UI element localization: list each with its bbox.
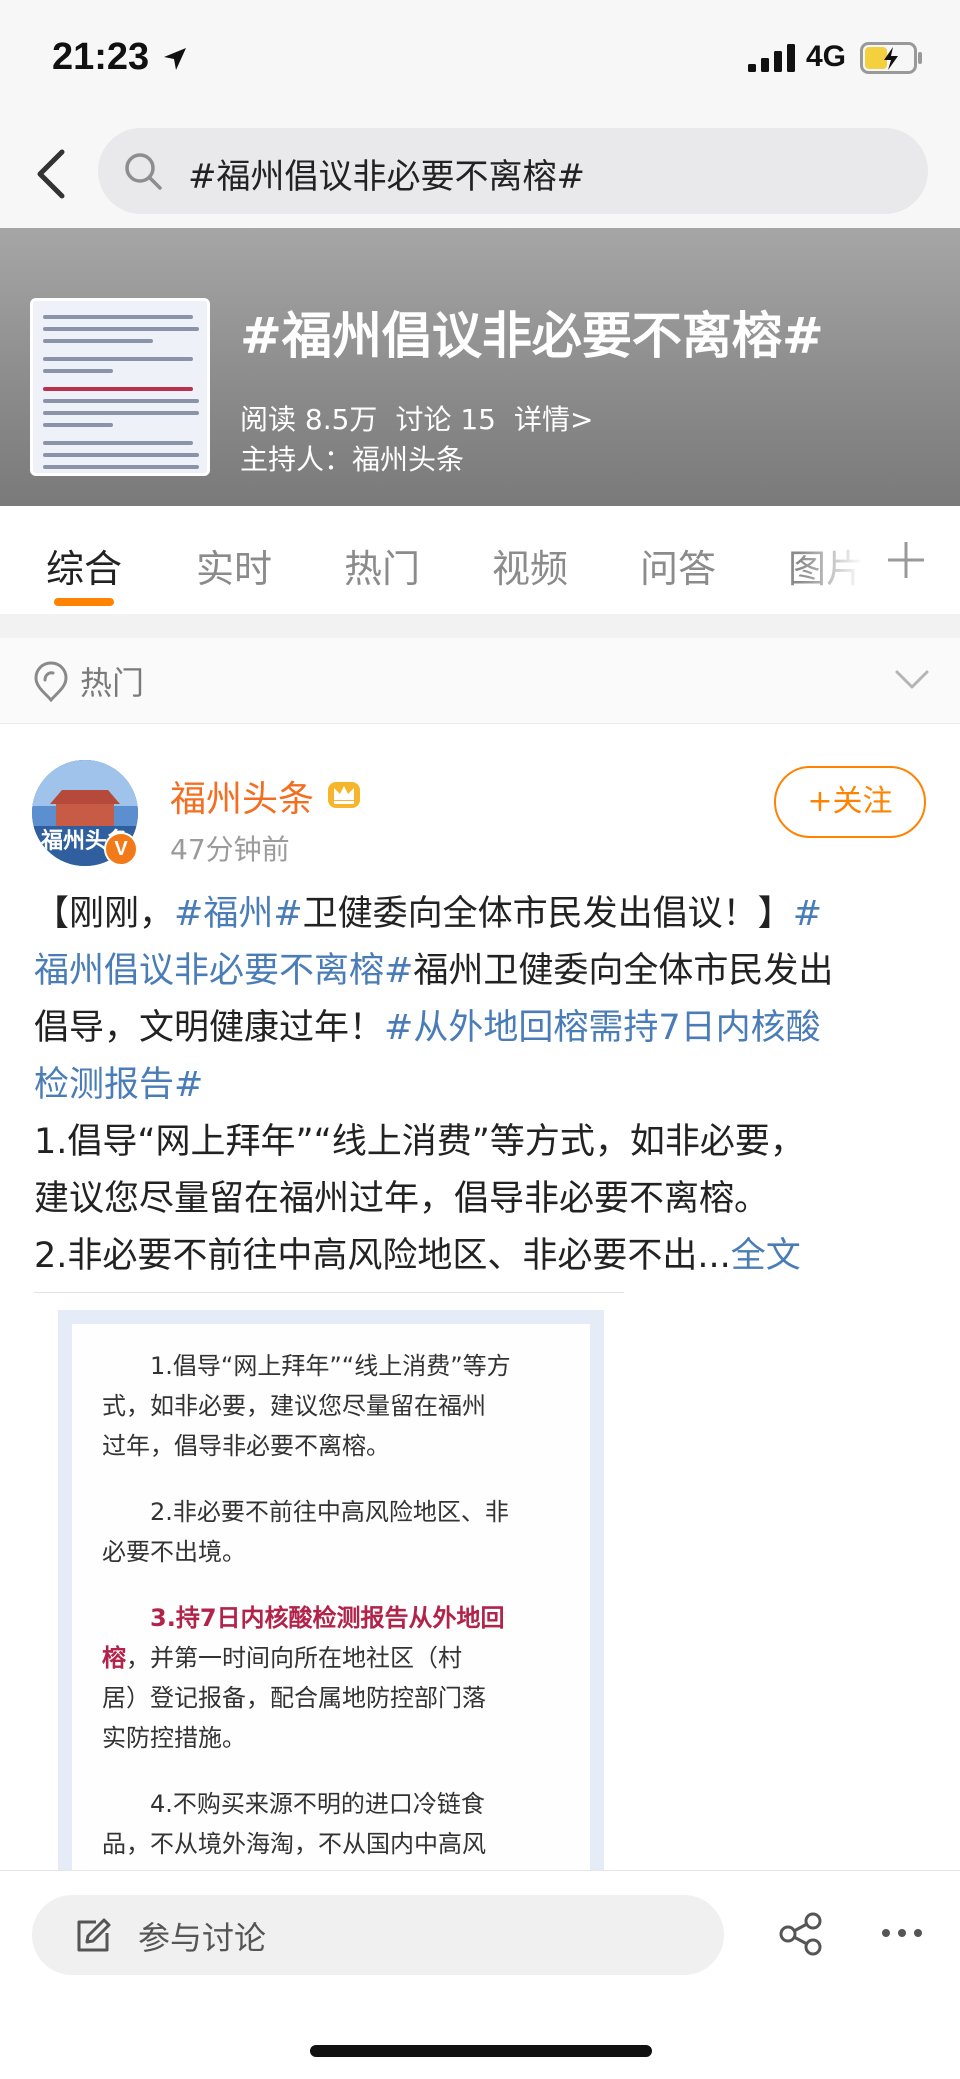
post-image[interactable]: 1.倡导“网上拜年”“线上消费”等方 式，如非必要，建议您尽量留在福州 过年，倡… <box>58 1310 604 1870</box>
crown-icon <box>328 782 360 808</box>
image-paragraph: 2.非必要不前往中高风险地区、非 必要不出境。 <box>102 1498 509 1566</box>
search-query: #福州倡议非必要不离榕# <box>188 157 585 197</box>
battery-icon <box>860 42 922 74</box>
image-paragraph: 4.不购买来源不明的进口冷链食 品，不从境外海淘，不从国内中高风 <box>102 1790 486 1858</box>
more-icon[interactable] <box>880 1927 924 1939</box>
post-line: 福州倡议非必要不离榕#福州卫健委向全体市民发出 <box>34 951 834 991</box>
hashtag-link[interactable]: #从外地回榕需持7日内核酸 <box>384 1008 821 1048</box>
filter-label: 热门 <box>80 664 145 702</box>
edit-icon <box>77 1918 111 1952</box>
full-text-link[interactable]: 全文 <box>731 1236 801 1276</box>
topic-stats: 阅读 8.5万 讨论 15 详情> <box>240 398 611 438</box>
details-link[interactable]: 详情> <box>514 403 593 436</box>
topic-title: #福州倡议非必要不离榕# <box>240 307 824 365</box>
chevron-down-icon[interactable] <box>894 668 930 692</box>
hashtag-link[interactable]: #福州# <box>174 894 303 934</box>
back-chevron-icon[interactable] <box>26 142 78 206</box>
search-icon <box>125 153 162 190</box>
hashtag-link[interactable]: # <box>793 894 822 934</box>
post-divider <box>34 1292 624 1293</box>
share-icon[interactable] <box>778 1911 824 1957</box>
location-arrow-icon <box>164 48 186 70</box>
add-tab-icon[interactable] <box>884 538 928 582</box>
post-image-document: 1.倡导“网上拜年”“线上消费”等方 式，如非必要，建议您尽量留在福州 过年，倡… <box>72 1324 590 1870</box>
post-line: 2.非必要不前往中高风险地区、非必要不出...全文 <box>34 1236 801 1276</box>
tab-fade <box>800 506 870 614</box>
signal-strength-icon <box>748 44 795 72</box>
topic-banner: #福州倡议非必要不离榕# 阅读 8.5万 讨论 15 详情> 主持人：福州头条 <box>0 228 960 506</box>
hot-location-icon <box>34 661 68 702</box>
status-time: 21:23 <box>52 36 150 78</box>
tab-realtime[interactable]: 实时 <box>196 538 272 593</box>
tab-bar: 综合 实时 热门 视频 问答 图片 <box>0 506 960 614</box>
topic-thumbnail[interactable] <box>30 298 210 476</box>
post-line: 倡导，文明健康过年！#从外地回榕需持7日内核酸 <box>34 1008 821 1048</box>
follow-button[interactable]: +关注 <box>774 766 926 838</box>
search-input[interactable]: #福州倡议非必要不离榕# <box>98 128 928 214</box>
post-line: 建议您尽量留在福州过年，倡导非必要不离榕。 <box>34 1179 770 1219</box>
tab-video[interactable]: 视频 <box>492 538 568 593</box>
read-count: 阅读 8.5万 <box>240 403 378 436</box>
topic-host: 主持人：福州头条 <box>240 443 465 476</box>
active-tab-indicator <box>54 598 114 606</box>
post-body: 【刚刚，#福州#卫健委向全体市民发出倡议！】# 福州倡议非必要不离榕#福州卫健委… <box>34 886 934 1285</box>
discussion-count: 讨论 15 <box>395 403 496 436</box>
tab-qa[interactable]: 问答 <box>640 538 716 593</box>
tab-hot[interactable]: 热门 <box>344 538 420 593</box>
tab-comprehensive[interactable]: 综合 <box>46 538 122 593</box>
post-line: 1.倡导“网上拜年”“线上消费”等方式，如非必要， <box>34 1122 805 1162</box>
discuss-input[interactable]: 参与讨论 <box>32 1895 724 1975</box>
post-time: 47分钟前 <box>170 833 290 866</box>
search-header: #福州倡议非必要不离榕# <box>0 120 960 228</box>
section-gap <box>0 614 960 638</box>
network-type: 4G <box>806 40 847 73</box>
author-name[interactable]: 福州头条 <box>170 770 314 822</box>
filter-row[interactable]: 热门 <box>0 638 960 724</box>
verified-badge-icon: V <box>104 832 138 866</box>
hashtag-link[interactable]: 福州倡议非必要不离榕# <box>34 951 413 991</box>
image-paragraph: 3.持7日内核酸检测报告从外地回 榕，并第一时间向所在地社区（村 居）登记报备，… <box>102 1604 505 1752</box>
status-bar: 21:23 4G <box>0 0 960 120</box>
image-paragraph: 1.倡导“网上拜年”“线上消费”等方 式，如非必要，建议您尽量留在福州 过年，倡… <box>102 1352 511 1460</box>
hashtag-link[interactable]: 检测报告# <box>34 1065 203 1105</box>
bottom-bar: 参与讨论 <box>0 1870 960 2079</box>
discuss-label: 参与讨论 <box>138 1919 267 1957</box>
post-line: 【刚刚，#福州#卫健委向全体市民发出倡议！】# <box>34 894 823 934</box>
home-indicator <box>310 2045 652 2057</box>
post-line: 检测报告# <box>34 1057 934 1114</box>
